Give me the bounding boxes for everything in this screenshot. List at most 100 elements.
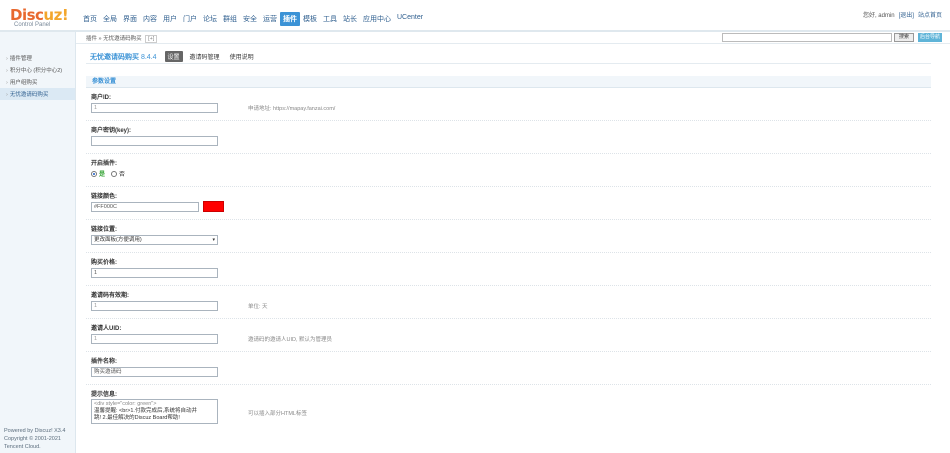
- user-links: 您好, admin [退出] 站点首页: [863, 10, 942, 19]
- nav-item[interactable]: 界面: [120, 12, 140, 26]
- nav-item[interactable]: 站长: [340, 12, 360, 26]
- breadcrumb: 插件 » 无忧邀请码购买 [+]: [86, 34, 158, 43]
- code-validity-input[interactable]: 1: [91, 301, 218, 311]
- link-position-label: 链接位置:: [91, 227, 117, 233]
- textarea-line: 跳! 2.最佳解决的Discuz Board帮助!: [94, 415, 180, 421]
- add-shortcut-button[interactable]: [+]: [145, 35, 158, 43]
- nav-item[interactable]: 工具: [320, 12, 340, 26]
- tab-code-management[interactable]: 邀请码管理: [187, 51, 223, 62]
- nav-item[interactable]: UCenter: [394, 12, 426, 26]
- link-position-select[interactable]: 更改面板(方便调用) ▾: [91, 235, 218, 245]
- purchase-price-row: 购买价格: 1: [86, 253, 931, 286]
- inviter-uid-label: 邀请人UID:: [91, 326, 122, 332]
- site-home-link[interactable]: 站点首页: [918, 10, 942, 19]
- display-info-row: 提示信息: <div style="color: green"> 温馨提醒: <…: [86, 385, 931, 427]
- merchant-key-label: 商户密钥(key):: [91, 128, 132, 134]
- copyright-line: Copyright © 2001-2021: [4, 436, 61, 442]
- code-validity-label: 邀请码有效期:: [91, 293, 129, 299]
- link-color-label: 链接颜色:: [91, 194, 117, 200]
- nav-item[interactable]: 安全: [240, 12, 260, 26]
- nav-item[interactable]: 用户: [160, 12, 180, 26]
- merchant-id-label: 商户ID:: [91, 95, 111, 101]
- nav-item[interactable]: 运营: [260, 12, 280, 26]
- main-content: 无忧邀请码购买 8.4.4 设置 邀请码管理 使用说明 参数设置 商户ID: 1…: [86, 50, 931, 427]
- chevron-right-icon: ›: [6, 92, 8, 98]
- tab-instructions[interactable]: 使用说明: [227, 51, 257, 62]
- code-validity-hint: 单位: 天: [248, 304, 268, 310]
- inviter-uid-input[interactable]: 1: [91, 334, 218, 344]
- sidebar-item-label: 积分中心 (积分中心2): [9, 68, 63, 74]
- display-info-hint: 可以插入部分HTML标签: [248, 411, 307, 417]
- tab-settings[interactable]: 设置: [164, 51, 183, 62]
- nav-item[interactable]: 应用中心: [360, 12, 394, 26]
- link-color-input[interactable]: #FF000C: [91, 202, 199, 212]
- nav-item[interactable]: 全局: [100, 12, 120, 26]
- search-input[interactable]: [722, 33, 892, 42]
- link-color-row: 链接颜色: #FF000C: [86, 187, 931, 220]
- plugin-name-label: 插件名称:: [91, 359, 117, 365]
- enable-plugin-row: 开启插件: 是 否: [86, 154, 931, 187]
- page-title: 无忧邀请码购买 8.4.4: [90, 53, 157, 61]
- nav-item[interactable]: 门户: [180, 12, 200, 26]
- purchase-price-input[interactable]: 1: [91, 268, 218, 278]
- radio-yes-label: 是: [99, 172, 106, 178]
- sidebar-item-label: 无忧邀请码购买: [9, 92, 49, 98]
- radio-no-label: 否: [119, 172, 126, 178]
- display-info-textarea[interactable]: <div style="color: green"> 温馨提醒: <br>1.付…: [91, 399, 218, 424]
- nav-item[interactable]: 插件: [280, 12, 300, 26]
- sidebar-item[interactable]: › 无忧邀请码购买: [0, 88, 75, 100]
- merchant-key-input[interactable]: [91, 136, 218, 146]
- sidebar-item[interactable]: › 插件管理: [0, 52, 75, 64]
- nav-item[interactable]: 群组: [220, 12, 240, 26]
- purchase-price-label: 购买价格:: [91, 260, 117, 266]
- sidebar-item[interactable]: › 积分中心 (积分中心2): [0, 64, 75, 76]
- breadcrumb-bar: 插件 » 无忧邀请码购买 [+] 搜索 后台导航: [76, 32, 950, 44]
- sidebar-item-label: 插件管理: [9, 56, 32, 62]
- discuz-logo[interactable]: Discuz! Control Panel: [10, 6, 69, 28]
- greeting-text: 您好, admin: [862, 13, 895, 19]
- top-header: Discuz! Control Panel 首页 全局 界面 内容 用户 门户 论坛 群组 安全…: [0, 0, 950, 32]
- plugin-version: 8.4.4: [140, 53, 157, 61]
- merchant-id-hint: 申请地址: https://mapay.fanzai.com/: [248, 106, 336, 112]
- plugin-name-input[interactable]: 购买邀请码: [91, 367, 218, 377]
- textarea-line: 温馨提醒: <br>1.付款完成后,系统将自动并: [94, 408, 197, 414]
- chevron-right-icon: ›: [6, 80, 8, 86]
- breadcrumb-text[interactable]: 插件 » 无忧邀请码购买: [86, 36, 142, 42]
- sidebar-item-label: 用户组购买: [9, 80, 38, 86]
- inviter-uid-row: 邀请人UID: 1 邀请码的邀请人UID, 默认为管理员: [86, 319, 931, 352]
- merchant-key-row: 商户密钥(key):: [86, 121, 931, 154]
- search-button[interactable]: 搜索: [894, 33, 914, 42]
- radio-yes[interactable]: [91, 170, 97, 177]
- merchant-id-input[interactable]: 1: [91, 103, 218, 113]
- sidebar: › 插件管理 › 积分中心 (积分中心2) › 用户组购买 › 无忧邀请码购买 Powered…: [0, 32, 76, 453]
- chevron-right-icon: ›: [6, 68, 8, 74]
- link-position-value: 更改面板(方便调用): [94, 237, 142, 243]
- admin-nav-button[interactable]: 后台导航: [918, 33, 942, 42]
- nav-item[interactable]: 首页: [80, 12, 100, 26]
- chevron-down-icon: ▾: [212, 237, 215, 243]
- enable-plugin-radios: 是 否: [91, 169, 125, 178]
- textarea-line: <div style="color: green">: [94, 401, 157, 407]
- inviter-uid-hint: 邀请码的邀请人UID, 默认为管理员: [248, 337, 333, 343]
- copyright-line: Tencent Cloud.: [4, 444, 41, 450]
- link-position-row: 链接位置: 更改面板(方便调用) ▾: [86, 220, 931, 253]
- copyright: Powered by Discuz! X3.4 Copyright © 2001…: [4, 427, 65, 451]
- section-title: 参数设置: [86, 76, 931, 88]
- copyright-line: Powered by Discuz! X3.4: [4, 428, 66, 434]
- nav-item[interactable]: 内容: [140, 12, 160, 26]
- page-header: 无忧邀请码购买 8.4.4 设置 邀请码管理 使用说明: [86, 50, 931, 64]
- top-nav: 首页 全局 界面 内容 用户 门户 论坛 群组 安全 运营 插件 模板 工具 站长 应用中心 UCenter: [80, 12, 426, 26]
- display-info-label: 提示信息:: [91, 392, 117, 398]
- radio-no[interactable]: [111, 170, 118, 177]
- code-validity-row: 邀请码有效期: 1 单位: 天: [86, 286, 931, 319]
- color-swatch[interactable]: [203, 201, 224, 212]
- nav-item[interactable]: 论坛: [200, 12, 220, 26]
- merchant-id-row: 商户ID: 1 申请地址: https://mapay.fanzai.com/: [86, 88, 931, 121]
- sidebar-item[interactable]: › 用户组购买: [0, 76, 75, 88]
- plugin-name-row: 插件名称: 购买邀请码: [86, 352, 931, 385]
- nav-item[interactable]: 模板: [300, 12, 320, 26]
- logout-link[interactable]: [退出]: [899, 10, 914, 19]
- enable-plugin-label: 开启插件:: [91, 161, 117, 167]
- chevron-right-icon: ›: [6, 56, 8, 62]
- sidebar-menu: › 插件管理 › 积分中心 (积分中心2) › 用户组购买 › 无忧邀请码购买: [0, 52, 75, 100]
